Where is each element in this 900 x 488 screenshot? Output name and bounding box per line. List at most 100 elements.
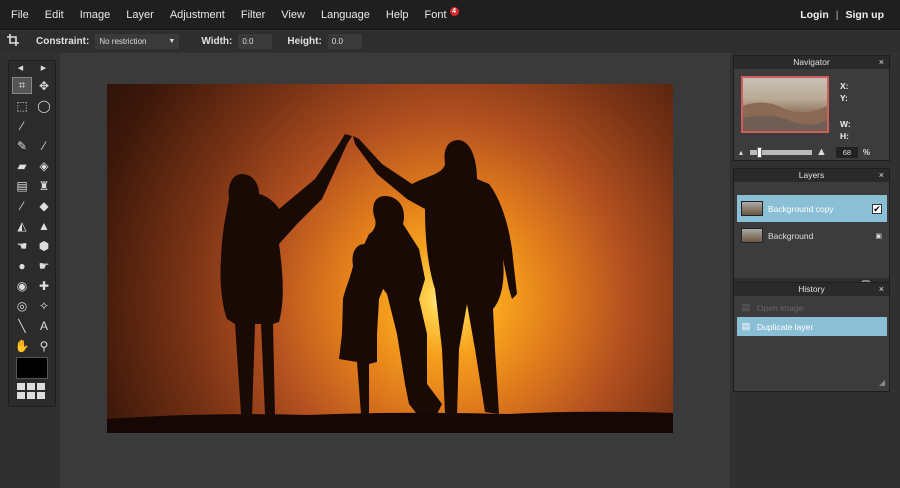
- smudge-tool[interactable]: ☚: [12, 237, 32, 254]
- empty-slot: [34, 117, 54, 134]
- crop-tool[interactable]: ⌗: [12, 77, 32, 94]
- close-icon[interactable]: ×: [879, 283, 884, 296]
- history-panel: History × ▤ Open image ▤ Duplicate layer…: [733, 282, 890, 392]
- blur-drop-icon: ▲: [38, 218, 50, 233]
- draw-tool[interactable]: ╲: [12, 317, 32, 334]
- pinch-tool[interactable]: ✧: [34, 297, 54, 314]
- foreground-color-swatch[interactable]: [16, 357, 48, 379]
- magic-wand-icon: ⁄: [20, 118, 23, 133]
- toolbox-prev-icon[interactable]: ◀: [18, 64, 23, 72]
- brush-tool[interactable]: ⁄: [34, 137, 54, 154]
- pinch-icon: ✧: [38, 298, 50, 313]
- zoom-in-icon[interactable]: ▲: [816, 146, 827, 158]
- height-input[interactable]: 0.0: [327, 34, 362, 49]
- h-label: H:: [840, 131, 849, 141]
- navigator-body: X: Y: W: H: ▴ ▲ 68 %: [734, 69, 889, 160]
- signup-link[interactable]: Sign up: [846, 9, 885, 21]
- pencil-tool[interactable]: ✎: [12, 137, 32, 154]
- move-icon: ✥: [38, 78, 50, 93]
- history-item-label: Open image: [757, 302, 804, 313]
- menu-language[interactable]: Language: [314, 0, 377, 30]
- stamp-icon: ♜: [38, 178, 50, 193]
- replace-color-tool[interactable]: ◆: [34, 197, 54, 214]
- marquee-tool[interactable]: ⬚: [12, 97, 32, 114]
- color-picker-tool[interactable]: ⁄: [12, 197, 32, 214]
- zoom-slider[interactable]: [750, 146, 813, 158]
- lasso-tool[interactable]: ◯: [34, 97, 54, 114]
- menu-layer[interactable]: Layer: [119, 0, 161, 30]
- main-menu: File Edit Image Layer Adjustment Filter …: [0, 0, 459, 30]
- pencil-icon: ✎: [16, 138, 28, 153]
- constraint-select[interactable]: No restriction ▼: [95, 34, 180, 49]
- layers-title: Layers: [798, 170, 825, 180]
- navigator-title: Navigator: [793, 57, 830, 67]
- layer-row-background[interactable]: Background ▣: [737, 222, 887, 249]
- menu-edit[interactable]: Edit: [38, 0, 71, 30]
- layer-visibility-checkbox[interactable]: ✔: [872, 203, 882, 214]
- close-icon[interactable]: ×: [879, 56, 884, 69]
- layer-row-background-copy[interactable]: Background copy ✔: [737, 195, 887, 222]
- notification-badge: 4: [449, 6, 459, 16]
- layer-thumbnail: [741, 228, 763, 243]
- image-canvas[interactable]: [107, 84, 673, 433]
- sharpen-tool[interactable]: ◭: [12, 217, 32, 234]
- text-icon: A: [39, 318, 48, 333]
- eraser-tool[interactable]: ▰: [12, 157, 32, 174]
- zoom-tool[interactable]: ⚲: [34, 337, 54, 354]
- sponge-icon: ⬢: [38, 238, 50, 253]
- brush-icon: ⁄: [42, 138, 45, 153]
- sharpen-icon: ◭: [17, 218, 27, 233]
- spot-heal-tool[interactable]: ✚: [34, 277, 54, 294]
- menu-help[interactable]: Help: [379, 0, 416, 30]
- gradient-tool[interactable]: ▤: [12, 177, 32, 194]
- menu-view[interactable]: View: [274, 0, 312, 30]
- gradient-icon: ▤: [16, 178, 28, 193]
- history-item-duplicate-layer[interactable]: ▤ Duplicate layer: [737, 317, 887, 336]
- constraint-label: Constraint:: [36, 36, 90, 47]
- text-tool[interactable]: A: [34, 317, 54, 334]
- red-eye-tool[interactable]: ◉: [12, 277, 32, 294]
- hand-tool[interactable]: ✋: [12, 337, 32, 354]
- burn-tool[interactable]: ☛: [34, 257, 54, 274]
- sponge-tool[interactable]: ⬢: [34, 237, 54, 254]
- fill-tool[interactable]: ◈: [34, 157, 54, 174]
- zoom-input[interactable]: 68: [835, 146, 858, 158]
- chevron-down-icon: ▼: [168, 38, 176, 45]
- crop-icon: ⌗: [18, 78, 26, 92]
- resize-icon[interactable]: ◢: [879, 378, 885, 387]
- history-item-open-image[interactable]: ▤ Open image: [737, 298, 887, 317]
- toolbox-next-icon[interactable]: ▶: [41, 64, 46, 72]
- zoom-slider-handle[interactable]: [756, 146, 762, 158]
- menu-file[interactable]: File: [4, 0, 36, 30]
- width-input[interactable]: 0.0: [238, 34, 273, 49]
- zoom-icon: ⚲: [39, 338, 49, 353]
- auth-links: Login | Sign up: [800, 0, 884, 30]
- toolbox: ◀ ▶ ⌗ ✥ ⬚ ◯ ⁄ ✎ ⁄ ▰ ◈ ▤ ♜ ⁄ ◆ ◭ ▲ ☚ ⬢ ● ☛ ◉ ✚ ◎ ✧ ╲ A ✋ ⚲: [8, 60, 56, 407]
- navigator-panel: Navigator × X: Y: W: H: ▴ ▲ 68 %: [733, 55, 890, 161]
- bloat-tool[interactable]: ◎: [12, 297, 32, 314]
- dodge-tool[interactable]: ●: [12, 257, 32, 274]
- tool-grid: ⌗ ✥ ⬚ ◯ ⁄ ✎ ⁄ ▰ ◈ ▤ ♜ ⁄ ◆ ◭ ▲ ☚ ⬢ ● ☛ ◉ ✚ ◎ ✧ ╲ A ✋ ⚲: [9, 75, 55, 356]
- document-icon: ▤: [741, 302, 751, 312]
- w-label: W:: [840, 119, 851, 129]
- magic-wand-tool[interactable]: ⁄: [12, 117, 32, 134]
- menu-font-label: Font: [424, 8, 447, 21]
- layers-list: Background copy ✔ Background ▣: [734, 182, 889, 278]
- navigator-thumbnail[interactable]: [741, 76, 829, 133]
- history-title: History: [798, 284, 825, 294]
- menu-image[interactable]: Image: [73, 0, 118, 30]
- toolbox-grid-icon[interactable]: [17, 383, 45, 399]
- menu-font[interactable]: Font 4: [418, 0, 459, 30]
- line-icon: ╲: [18, 318, 26, 333]
- stamp-tool[interactable]: ♜: [34, 177, 54, 194]
- bandage-icon: ✚: [38, 278, 50, 293]
- dropper-icon: ⁄: [20, 198, 23, 213]
- move-tool[interactable]: ✥: [34, 77, 54, 94]
- burn-icon: ☛: [38, 258, 50, 273]
- login-link[interactable]: Login: [800, 9, 829, 21]
- zoom-out-icon[interactable]: ▴: [739, 148, 743, 157]
- menu-adjustment[interactable]: Adjustment: [163, 0, 232, 30]
- close-icon[interactable]: ×: [879, 169, 884, 182]
- blur-tool[interactable]: ▲: [34, 217, 54, 234]
- menu-filter[interactable]: Filter: [234, 0, 272, 30]
